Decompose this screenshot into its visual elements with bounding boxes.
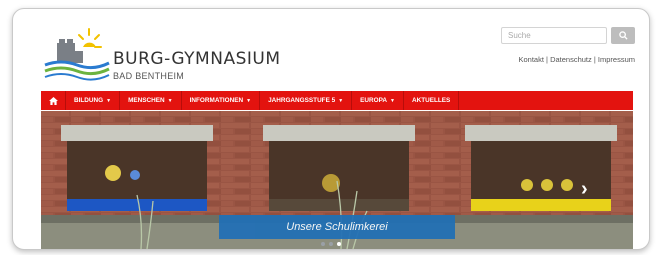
top-links: Kontakt | Datenschutz | Impressum bbox=[518, 55, 635, 64]
main-nav: BILDUNG ▼ MENSCHEN ▼ INFORMATIONEN ▼ JAHRGA… bbox=[41, 91, 633, 110]
chevron-right-icon[interactable]: › bbox=[581, 179, 588, 199]
slider-dot[interactable] bbox=[321, 242, 325, 246]
nav-item-aktuelles[interactable]: AKTUELLES bbox=[404, 91, 460, 110]
nav-label: MENSCHEN bbox=[128, 97, 165, 104]
nav-label: EUROPA bbox=[360, 97, 388, 104]
hero-slider[interactable]: Unsere Schulimkerei › bbox=[41, 111, 633, 249]
nav-item-informationen[interactable]: INFORMATIONEN ▼ bbox=[182, 91, 261, 110]
nav-item-bildung[interactable]: BILDUNG ▼ bbox=[66, 91, 121, 110]
link-impressum[interactable]: Impressum bbox=[598, 55, 635, 64]
nav-label: BILDUNG bbox=[74, 97, 104, 104]
slider-dot-active[interactable] bbox=[337, 242, 341, 246]
search-icon bbox=[618, 31, 628, 40]
search-button[interactable] bbox=[611, 27, 635, 44]
nav-home[interactable] bbox=[41, 91, 66, 110]
site-header: BURG-GYMNASIUM BAD BENTHEIM Suche Kontak… bbox=[13, 9, 649, 91]
home-icon bbox=[48, 96, 58, 105]
caret-down-icon: ▼ bbox=[167, 97, 173, 104]
school-logo[interactable] bbox=[43, 25, 111, 83]
nav-item-europa[interactable]: EUROPA ▼ bbox=[352, 91, 404, 110]
site-title[interactable]: BURG-GYMNASIUM bbox=[113, 49, 281, 69]
nav-label: JAHRGANGSSTUFE 5 bbox=[268, 97, 336, 104]
search-input[interactable]: Suche bbox=[501, 27, 607, 44]
caret-down-icon: ▼ bbox=[106, 97, 112, 104]
link-kontakt[interactable]: Kontakt bbox=[518, 55, 543, 64]
caret-down-icon: ▼ bbox=[390, 97, 395, 104]
slider-dot[interactable] bbox=[329, 242, 333, 246]
nav-item-jahrgangsstufe[interactable]: JAHRGANGSSTUFE 5 ▼ bbox=[260, 91, 353, 110]
site-subtitle: BAD BENTHEIM bbox=[113, 71, 185, 81]
caret-down-icon: ▼ bbox=[338, 97, 344, 104]
browser-frame: BURG-GYMNASIUM BAD BENTHEIM Suche Kontak… bbox=[12, 8, 650, 250]
slide-caption[interactable]: Unsere Schulimkerei bbox=[219, 215, 455, 239]
nav-item-menschen[interactable]: MENSCHEN ▼ bbox=[120, 91, 182, 110]
slider-dots bbox=[321, 242, 341, 246]
nav-label: AKTUELLES bbox=[411, 97, 451, 104]
nav-label: INFORMATIONEN bbox=[189, 97, 244, 104]
link-datenschutz[interactable]: Datenschutz bbox=[550, 55, 592, 64]
caret-down-icon: ▼ bbox=[246, 97, 252, 104]
